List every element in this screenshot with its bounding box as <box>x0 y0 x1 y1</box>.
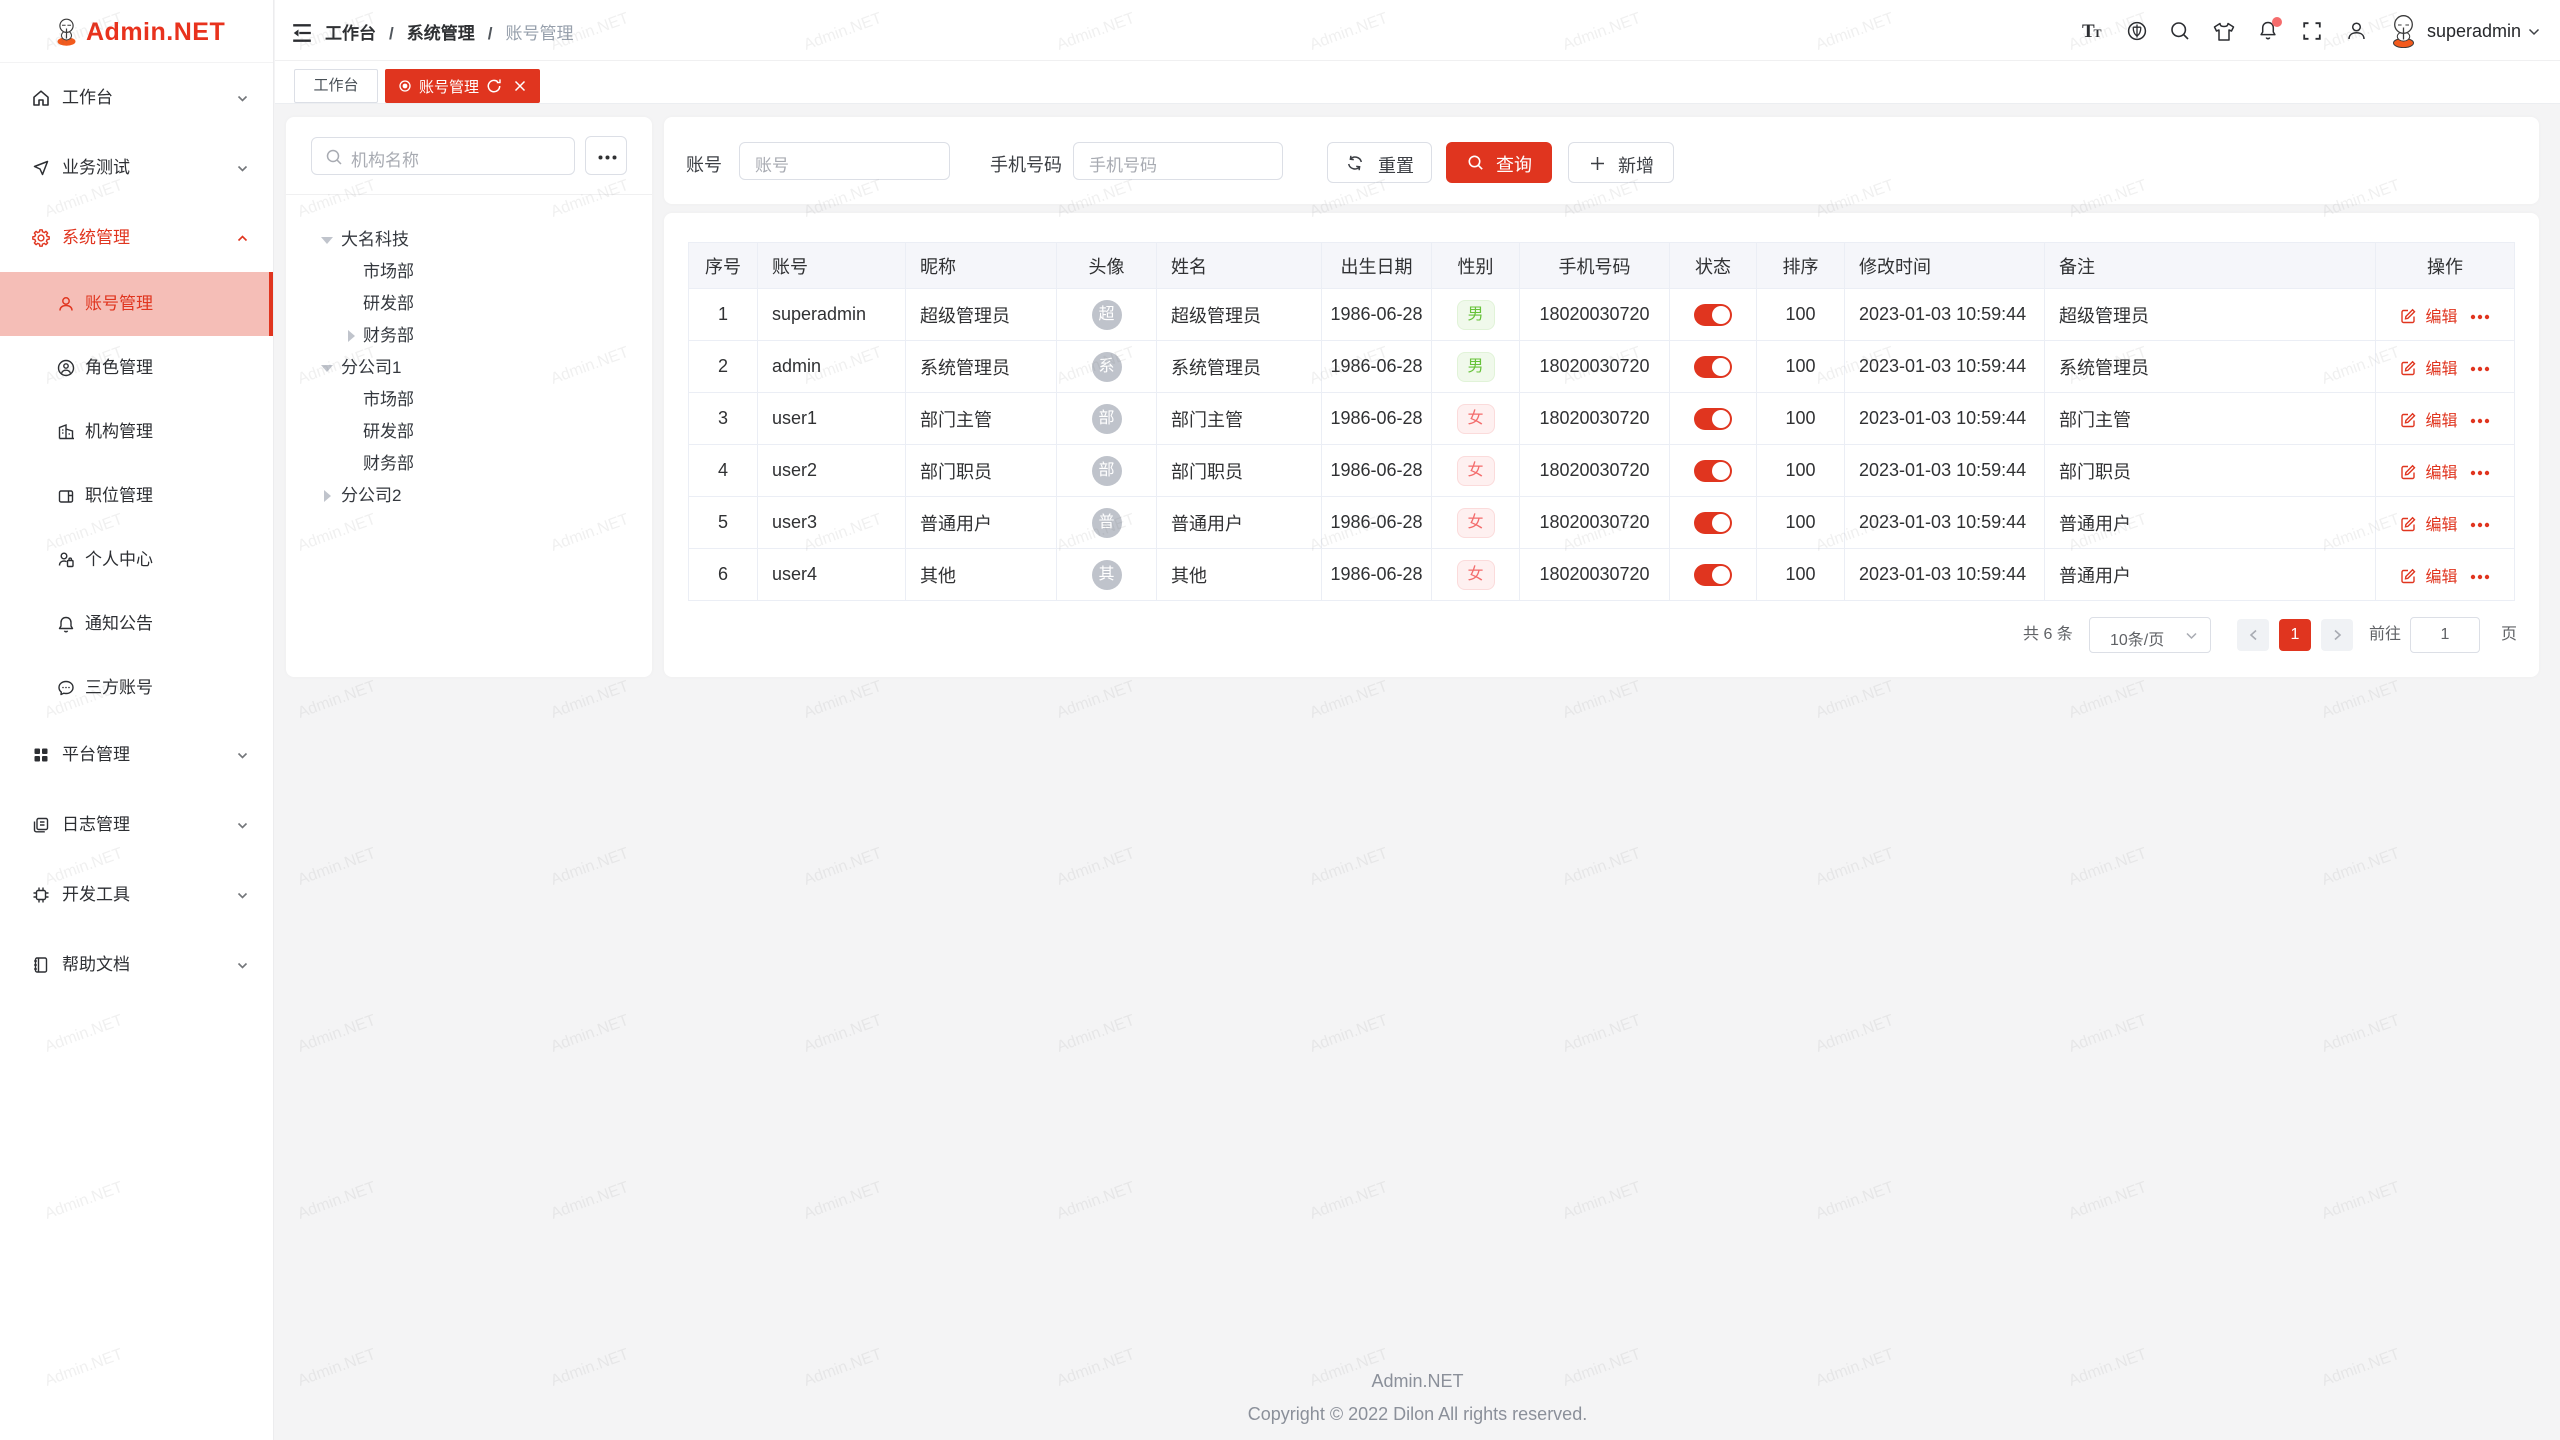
svg-text:T: T <box>2094 26 2102 40</box>
